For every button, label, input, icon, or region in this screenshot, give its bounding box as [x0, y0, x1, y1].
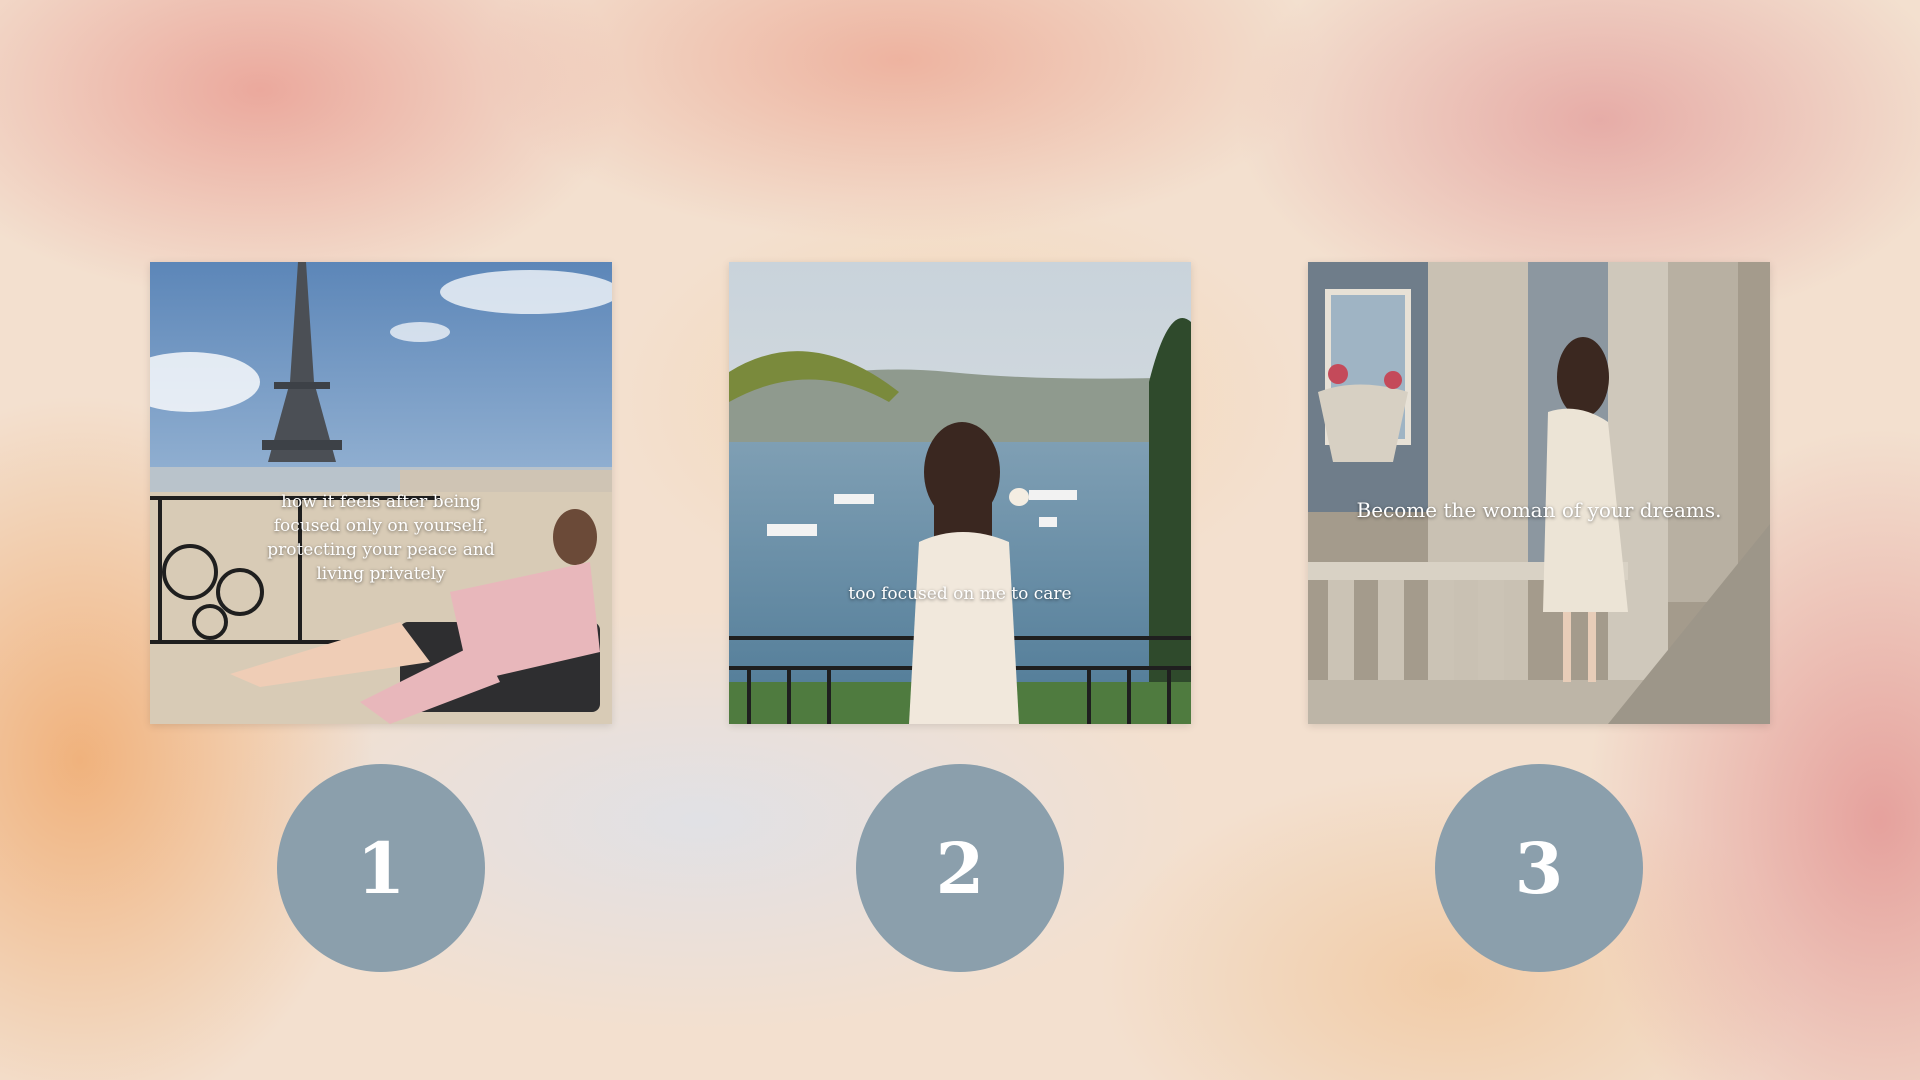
photo-card-3: Become the woman of your dreams. [1308, 262, 1770, 724]
slide-3-caption: Become the woman of your dreams. [1356, 498, 1722, 522]
number-badge-2: 2 [856, 764, 1064, 972]
palace-terrace-photo [1308, 262, 1770, 724]
slide-2-caption: too focused on me to care [848, 584, 1072, 604]
number-badge-1: 1 [277, 764, 485, 972]
photo-card-2: too focused on me to care [729, 262, 1191, 724]
riviera-balcony-photo [729, 262, 1191, 724]
slide-1-caption: how it feels after being focused only on… [267, 492, 495, 584]
photo-card-1: how it feels after being focused only on… [150, 262, 612, 724]
number-badge-3: 3 [1435, 764, 1643, 972]
